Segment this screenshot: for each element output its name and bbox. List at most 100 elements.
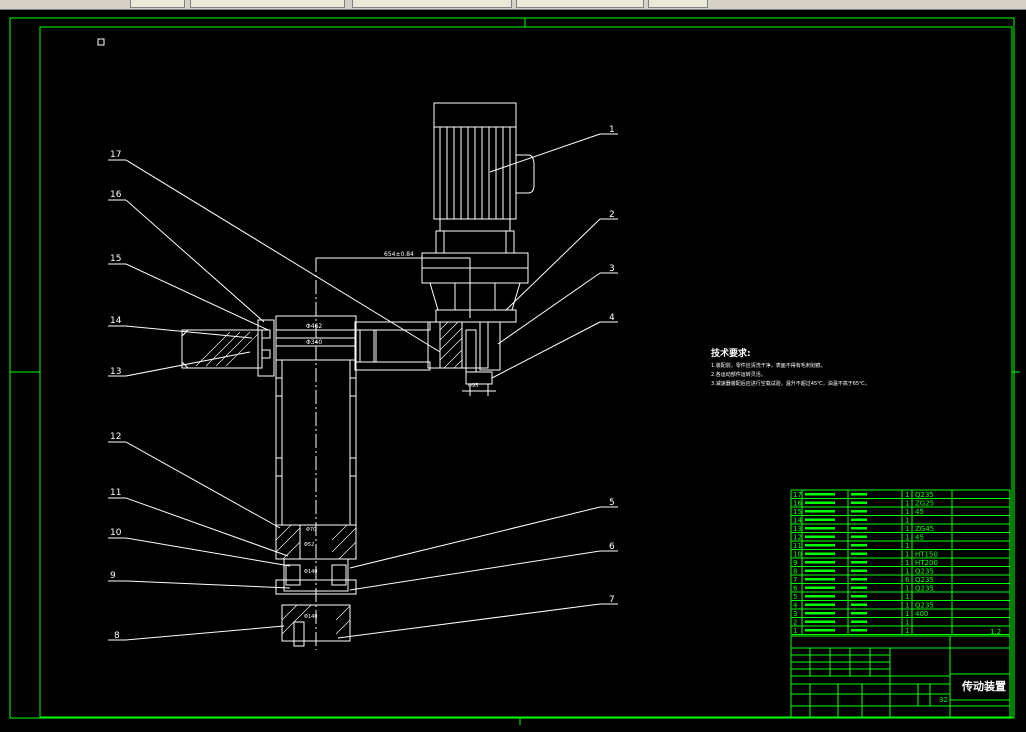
drawing-title: 传动装置 <box>961 679 1006 693</box>
bom-part-code <box>805 629 835 632</box>
bom-qty: 1 <box>905 610 909 618</box>
bom-material: ZG25 <box>915 500 934 508</box>
bom-qty: 1 <box>905 602 909 610</box>
bom-part-name <box>851 620 867 623</box>
dim-top: 654±0.84 <box>384 251 414 258</box>
tab-3[interactable] <box>352 0 512 8</box>
bom-no: 3 <box>793 610 797 618</box>
bom-qty: 1 <box>905 525 909 533</box>
bom-part-name <box>851 561 867 564</box>
bom-qty: 1 <box>905 559 909 567</box>
bom-no: 6 <box>793 585 798 593</box>
reducer <box>421 252 529 323</box>
bom-qty: 1 <box>905 508 909 516</box>
bom-part-name <box>851 595 867 598</box>
bom-part-name <box>851 518 867 521</box>
bom-material: Q235 <box>915 568 934 576</box>
bom-qty: 1 <box>905 568 909 576</box>
bom-part-code <box>805 552 835 555</box>
callout-16: 16 <box>110 190 122 200</box>
bom-no: 16 <box>793 500 802 508</box>
sheet-number: 32 <box>939 696 948 704</box>
bom-part-name <box>851 544 867 547</box>
title-block: 传动装置 32 1:2 <box>790 628 1011 719</box>
tech-req-line-3: 3.减速器装配后应进行空载试验，温升不超过45℃，油温不高于65℃。 <box>711 380 870 387</box>
callout-14: 14 <box>110 316 122 326</box>
bom-part-name <box>851 535 867 538</box>
bom-part-code <box>805 544 835 547</box>
bom-no: 11 <box>793 542 802 550</box>
bom-part-code <box>805 620 835 623</box>
dim-d2: Φ340 <box>306 339 322 346</box>
bom-material: Q235 <box>915 602 934 610</box>
bom-part-name <box>851 552 867 555</box>
tech-req-line-2: 2.各运动部件运转灵活。 <box>711 371 766 378</box>
inlet-flange <box>181 319 275 377</box>
callout-10: 10 <box>110 528 122 538</box>
bom-part-name <box>851 586 867 589</box>
bom-part-name <box>851 493 867 496</box>
tech-req-title: 技术要求: <box>711 347 751 359</box>
tab-5[interactable] <box>648 0 708 8</box>
bom-material: Q235 <box>915 491 934 499</box>
bom-part-code <box>805 595 835 598</box>
bom-material: 400 <box>915 610 928 618</box>
dim-d1: Φ462 <box>306 323 322 330</box>
bom-material: ZG45 <box>915 525 934 533</box>
cad-drawing-canvas[interactable]: 654±0.84 Φ462 Φ340 Φ70 Φ52 Φ140 Φ140 Φ95… <box>0 10 1026 732</box>
callout-3: 3 <box>609 264 615 274</box>
bom-no: 15 <box>793 508 802 516</box>
callout-labels: 1 2 3 4 5 6 7 8 9 10 11 12 13 14 15 16 1… <box>110 125 615 641</box>
bom-material: HT200 <box>915 559 938 567</box>
gear-housing <box>427 321 501 396</box>
bom-qty: 6 <box>905 576 910 584</box>
tab-4[interactable] <box>516 0 644 8</box>
bom-material: Q235 <box>915 576 934 584</box>
bom-qty: 1 <box>905 551 909 559</box>
bom-part-code <box>805 527 835 530</box>
tech-req-line-1: 1.装配前，零件应清洗干净，表面不得有毛刺划痕。 <box>711 362 826 369</box>
callout-11: 11 <box>110 488 121 498</box>
bom-qty: 1 <box>905 627 909 635</box>
bom-part-name <box>851 603 867 606</box>
bom-part-code <box>805 586 835 589</box>
motor <box>433 102 535 254</box>
bom-part-name <box>851 527 867 530</box>
bom-no: 5 <box>793 593 797 601</box>
tab-1[interactable] <box>130 0 185 8</box>
scale-text: 1:2 <box>990 628 1001 636</box>
bom-qty: 1 <box>905 491 909 499</box>
bom-part-name <box>851 510 867 513</box>
callout-15: 15 <box>110 254 121 264</box>
tab-2[interactable] <box>190 0 345 8</box>
bom-no: 7 <box>793 576 797 584</box>
bom-part-code <box>805 561 835 564</box>
bom-table: 17 1 Q23516 1 ZG2515 1 4514 113 1 ZG4512 1 4511 110 1… <box>790 489 1011 635</box>
bom-no: 4 <box>793 602 798 610</box>
bom-qty: 1 <box>905 517 909 525</box>
dim-d4: Φ52 <box>304 542 314 548</box>
callout-5: 5 <box>609 498 615 508</box>
dimensions: 654±0.84 Φ462 Φ340 Φ70 Φ52 Φ140 Φ140 Φ95 <box>276 251 478 620</box>
callout-13: 13 <box>110 367 121 377</box>
bom-part-code <box>805 501 835 504</box>
bom-part-code <box>805 518 835 521</box>
callout-2: 2 <box>609 210 615 220</box>
bom-part-name <box>851 578 867 581</box>
bom-material: Q235 <box>915 585 934 593</box>
bom-no: 1 <box>793 627 797 635</box>
bom-no: 10 <box>793 551 802 559</box>
bom-material: HT150 <box>915 551 938 559</box>
callout-9: 9 <box>110 571 116 581</box>
bom-no: 2 <box>793 619 797 627</box>
ucs-marker <box>97 38 105 46</box>
bom-part-name <box>851 629 867 632</box>
bom-part-name <box>851 612 867 615</box>
dim-d5: Φ140 <box>304 569 317 575</box>
bom-no: 9 <box>793 559 797 567</box>
bom-no: 13 <box>793 525 802 533</box>
callout-17: 17 <box>110 150 121 160</box>
callout-7: 7 <box>609 595 615 605</box>
technical-requirements: 技术要求: 1.装配前，零件应清洗干净，表面不得有毛刺划痕。 2.各运动部件运转… <box>711 347 870 387</box>
bom-no: 17 <box>793 491 802 499</box>
